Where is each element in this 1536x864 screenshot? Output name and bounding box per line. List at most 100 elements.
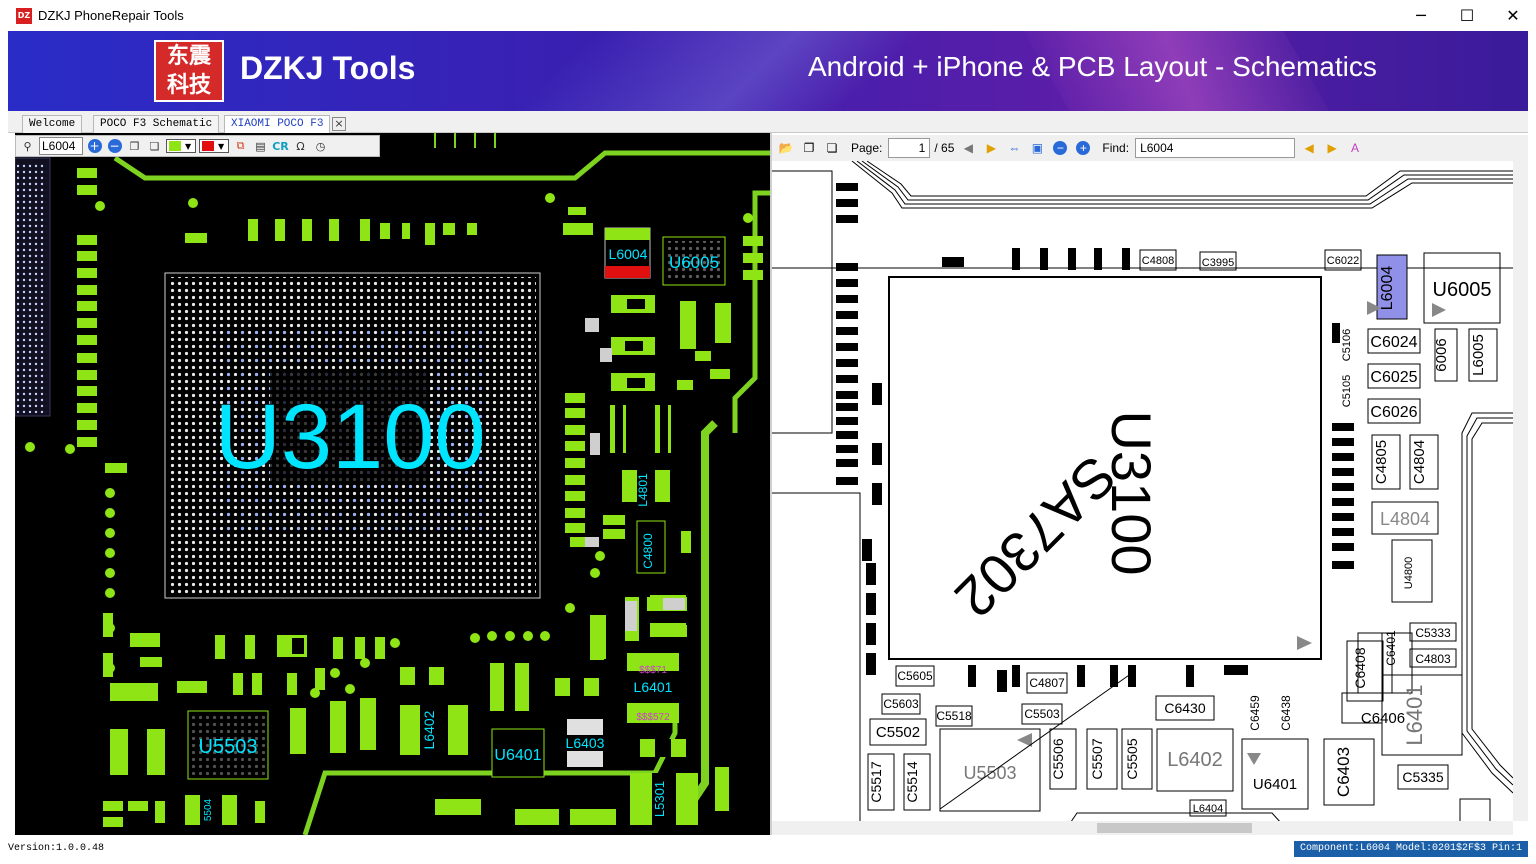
- pcb-trace: [681, 420, 718, 816]
- component-label: C4804: [1411, 440, 1428, 484]
- component-label: C6024: [1370, 334, 1417, 351]
- status-bar: Version:1.0.0.48 Component:L6004 Model:0…: [0, 838, 1536, 864]
- search-icon[interactable]: ⚲: [19, 138, 36, 155]
- component-label: L6402: [1167, 749, 1223, 771]
- fit-width-icon[interactable]: ⇔: [1005, 139, 1023, 157]
- horizontal-scrollbar[interactable]: [772, 821, 1513, 835]
- component-label: C4807: [1029, 676, 1065, 690]
- component-label: L6404: [1193, 803, 1224, 815]
- component-search-input[interactable]: [39, 137, 83, 155]
- tab-label: POCO F3 Schematic: [100, 118, 213, 130]
- banner: 东震 科技 DZKJ Tools Android + iPhone & PCB …: [8, 31, 1528, 111]
- layers-icon[interactable]: ⧉: [232, 138, 249, 155]
- connector-pins: [17, 163, 47, 413]
- pcb-trace: [732, 190, 772, 433]
- cr-button[interactable]: CR: [272, 138, 289, 155]
- document-icon[interactable]: ▤: [252, 138, 269, 155]
- pcb-view-left[interactable]: U3100 L6004 U6005 L4801 C4800 U5503 L640…: [15, 133, 772, 835]
- copy-icon[interactable]: ❐: [126, 138, 143, 155]
- component-label: C5518: [936, 709, 972, 723]
- component-label: U6005: [669, 253, 719, 272]
- maximize-button[interactable]: ☐: [1444, 0, 1490, 31]
- pcb-outline-svg: U3100 SA7302 L6004 U6005 C4808 C3995 C60: [772, 160, 1514, 835]
- paste-icon[interactable]: ❏: [823, 139, 841, 157]
- pcb-trace: [434, 133, 496, 148]
- net-label: $$$572: [636, 712, 670, 723]
- chevron-down-icon: ▼: [185, 141, 192, 151]
- red-swatch-icon: [202, 141, 214, 151]
- right-toolbar: 📂 ❐ ❏ Page: / 65 ◀ ▶ ⇔ ▣ − + Find: ◀ ▶ A: [772, 135, 1528, 161]
- component-label: C6026: [1370, 404, 1417, 421]
- zoom-out-icon[interactable]: −: [106, 138, 123, 155]
- ohm-icon[interactable]: Ω: [292, 138, 309, 155]
- vertical-scrollbar[interactable]: [1513, 161, 1528, 821]
- tab-xiaomi-poco-f3[interactable]: XIAOMI POCO F3: [224, 115, 331, 133]
- component-label: C6403: [1334, 747, 1353, 797]
- pcb-view-right[interactable]: U3100 SA7302 L6004 U6005 C4808 C3995 C60: [772, 133, 1528, 835]
- component-label: C5106: [1341, 329, 1353, 361]
- tab-label: XIAOMI POCO F3: [231, 118, 324, 130]
- component-label: 5504: [203, 798, 214, 821]
- next-page-icon[interactable]: ▶: [982, 139, 1000, 157]
- component-label: L6402: [421, 710, 437, 749]
- green-swatch-icon: [169, 141, 181, 151]
- tab-close-icon[interactable]: ×: [332, 117, 346, 131]
- net-label: $$$71: [639, 665, 667, 676]
- component-label: L4801: [636, 473, 650, 507]
- window-controls: ─ ☐ ✕: [1398, 0, 1536, 31]
- close-button[interactable]: ✕: [1490, 0, 1536, 31]
- find-next-icon[interactable]: ▶: [1323, 139, 1341, 157]
- highlight-color-picker[interactable]: ▼: [199, 139, 229, 153]
- prev-page-icon[interactable]: ◀: [959, 139, 977, 157]
- component-label: C5502: [876, 724, 920, 741]
- main-chip-label: U3100: [214, 386, 485, 488]
- component-label: C6025: [1370, 369, 1417, 386]
- page-number-input[interactable]: [888, 138, 931, 158]
- banner-tagline: Android + iPhone & PCB Layout - Schemati…: [808, 51, 1377, 82]
- component-label: L6401: [1402, 684, 1427, 745]
- component-label: L6004: [1379, 266, 1396, 311]
- logo-char: 技: [189, 72, 212, 98]
- find-prev-icon[interactable]: ◀: [1300, 139, 1318, 157]
- component-label: C5505: [1124, 738, 1140, 779]
- minimize-button[interactable]: ─: [1398, 0, 1444, 31]
- component-label: C5514: [904, 761, 920, 802]
- scrollbar-thumb[interactable]: [1097, 823, 1252, 833]
- component-label: C5105: [1341, 375, 1353, 407]
- title-bar: DZ DZKJ PhoneRepair Tools ─ ☐ ✕: [0, 0, 1536, 31]
- highlight-text-icon[interactable]: A: [1346, 139, 1364, 157]
- component-label: C5603: [883, 697, 919, 711]
- paste-icon[interactable]: ❏: [146, 138, 163, 155]
- copy-icon[interactable]: ❐: [800, 139, 818, 157]
- component-label: C5507: [1089, 738, 1105, 779]
- pcb-pad: [605, 228, 650, 240]
- chevron-down-icon: ▼: [218, 141, 225, 151]
- logo-char: 科: [166, 72, 189, 98]
- version-text: Version:1.0.0.48: [8, 843, 105, 854]
- clock-icon[interactable]: ◷: [312, 138, 329, 155]
- component-label: C5605: [897, 669, 933, 683]
- component-label: C6459: [1248, 695, 1262, 731]
- find-input[interactable]: [1135, 138, 1296, 158]
- left-toolbar: ⚲ + − ❐ ❏ ▼ ▼ ⧉ ▤ CR Ω ◷: [15, 135, 380, 157]
- fit-page-icon[interactable]: ▣: [1028, 139, 1046, 157]
- pcb-pad-highlight: [605, 266, 650, 278]
- pad-color-picker[interactable]: ▼: [166, 139, 196, 153]
- zoom-out-icon[interactable]: −: [1051, 139, 1069, 157]
- page-label: Page:: [851, 141, 883, 155]
- pin1-marker: [1297, 636, 1312, 650]
- tab-label: Welcome: [29, 118, 76, 130]
- pcb-board-svg: U3100 L6004 U6005 L4801 C4800 U5503 L640…: [15, 133, 772, 835]
- component-label: U6005: [1433, 279, 1492, 301]
- component-label: C6022: [1327, 255, 1359, 267]
- component-label: C5333: [1415, 626, 1451, 640]
- open-icon[interactable]: 📂: [777, 139, 795, 157]
- component-label: C5503: [1024, 707, 1060, 721]
- zoom-in-icon[interactable]: +: [1074, 139, 1092, 157]
- component-label: C5335: [1402, 769, 1443, 785]
- logo: 东震 科技: [154, 40, 224, 102]
- zoom-in-icon[interactable]: +: [86, 138, 103, 155]
- tab-poco-f3-schematic[interactable]: POCO F3 Schematic: [93, 115, 220, 133]
- component-label: C4808: [1142, 255, 1174, 267]
- tab-welcome[interactable]: Welcome: [22, 115, 83, 133]
